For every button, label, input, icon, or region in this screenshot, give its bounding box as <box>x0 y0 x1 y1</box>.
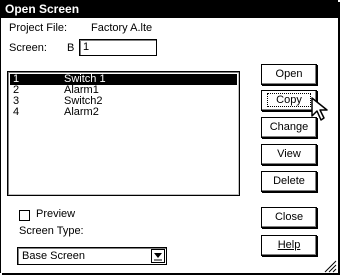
chevron-down-icon[interactable] <box>151 249 165 263</box>
project-file-value: Factory A.lte <box>91 22 153 34</box>
list-item[interactable]: 4 Alarm2 <box>8 107 239 118</box>
mouse-pointer-icon <box>310 96 332 125</box>
screen-label: Screen: <box>9 42 47 54</box>
resize-grip-icon[interactable] <box>323 259 337 276</box>
copy-button[interactable]: Copy <box>261 90 317 111</box>
screen-number-input[interactable]: 1 <box>79 39 157 56</box>
screen-list[interactable]: 1 Switch 1 2 Alarm1 3 Switch2 4 Alarm2 <box>7 71 240 196</box>
screen-type-value: Base Screen <box>22 250 85 262</box>
screen-type-label: Screen Type: <box>19 225 84 237</box>
change-button[interactable]: Change <box>261 117 317 138</box>
list-item[interactable]: 2 Alarm1 <box>8 85 239 96</box>
preview-checkbox[interactable] <box>19 210 30 221</box>
copy-button-label: Copy <box>267 93 311 107</box>
close-button[interactable]: Close <box>261 207 317 228</box>
delete-button[interactable]: Delete <box>261 171 317 192</box>
view-button[interactable]: View <box>261 144 317 165</box>
dialog-title: Open Screen <box>1 1 338 18</box>
screen-type-select[interactable]: Base Screen <box>17 247 167 265</box>
list-item-name: Alarm2 <box>64 106 99 118</box>
open-screen-dialog: Open Screen Project File: Factory A.lte … <box>0 0 338 273</box>
screen-prefix: B <box>67 42 75 54</box>
preview-label: Preview <box>36 208 76 220</box>
help-button[interactable]: Help <box>261 235 317 256</box>
list-item-number: 4 <box>13 106 20 118</box>
project-file-label: Project File: <box>9 22 68 34</box>
list-item[interactable]: 1 Switch 1 <box>10 74 237 85</box>
open-button[interactable]: Open <box>261 64 317 85</box>
list-item[interactable]: 3 Switch2 <box>8 96 239 107</box>
